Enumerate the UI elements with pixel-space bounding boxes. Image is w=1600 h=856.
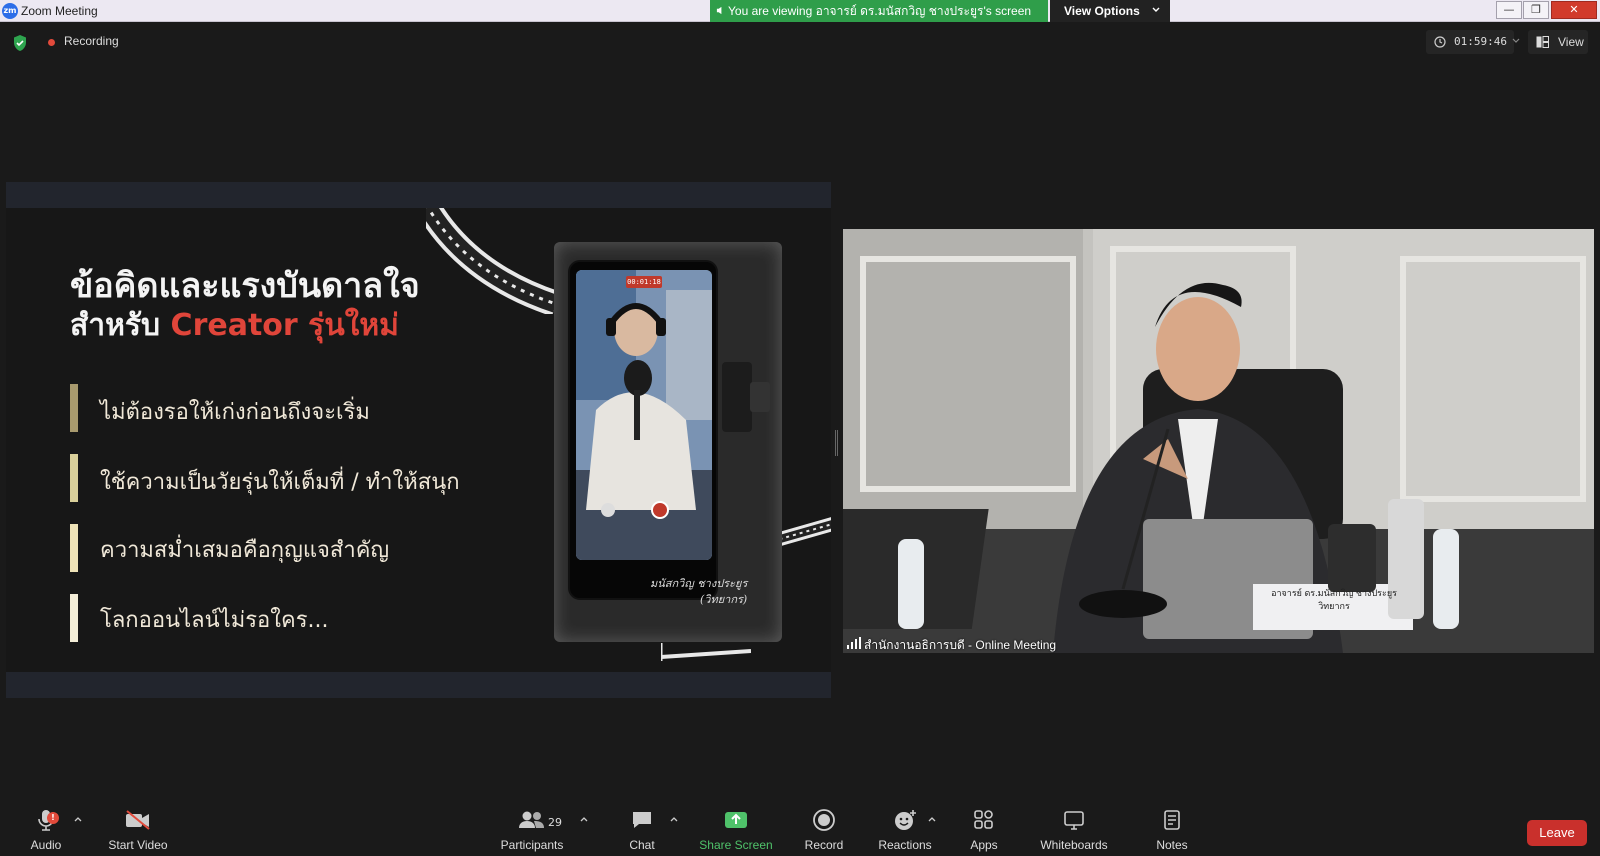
whiteboard-icon xyxy=(1064,811,1084,830)
record-label: Record xyxy=(804,838,844,852)
bullet-accent-bar xyxy=(70,524,78,572)
phone-recording-timer: 00:01:18 xyxy=(626,276,662,288)
slide-title-line2: สำหรับ Creator รุ่นใหม่ xyxy=(70,302,399,349)
chevron-down-icon xyxy=(1152,7,1160,12)
chat-button[interactable]: Chat xyxy=(624,808,660,852)
apps-label: Apps xyxy=(970,838,998,852)
bullet-item: ใช้ความเป็นวัยรุ่นให้เต็มที่ / ทำให้สนุก xyxy=(100,470,460,495)
singer-illustration xyxy=(576,270,712,560)
bullet-accent-bar xyxy=(70,454,78,502)
split-divider-handle[interactable] xyxy=(835,430,838,456)
signal-strength-icon xyxy=(847,637,861,649)
apps-icon xyxy=(974,810,993,829)
phone-mount-image xyxy=(722,362,770,432)
share-screen-icon xyxy=(725,812,747,828)
chevron-up-icon[interactable] xyxy=(928,816,936,822)
window-title: Zoom Meeting xyxy=(21,4,98,18)
speaker-icon xyxy=(716,6,722,15)
whiteboards-button[interactable]: Whiteboards xyxy=(1036,808,1112,852)
presenter-signature: มนัสกวิญ ชางประยูร (วิทยากร) xyxy=(650,576,800,608)
viewing-banner: You are viewing อาจารย์ ดร.มนัสกวิญ ชางป… xyxy=(710,0,1048,22)
bullet-item: โลกออนไลน์ไม่รอใคร... xyxy=(100,608,329,633)
start-video-label: Start Video xyxy=(108,838,168,852)
audio-label: Audio xyxy=(30,838,62,852)
close-window-button[interactable]: ✕ xyxy=(1551,1,1597,19)
participants-label: Participants xyxy=(500,838,564,852)
meeting-timer[interactable]: 01:59:46 xyxy=(1426,30,1514,54)
chevron-up-icon[interactable] xyxy=(670,816,678,822)
chat-label: Chat xyxy=(629,838,655,852)
shared-screen-slide: ข้อคิดและแรงบันดาลใจ สำหรับ Creator รุ่น… xyxy=(6,208,831,672)
bullet-accent-bar xyxy=(70,594,78,642)
chevron-down-icon[interactable] xyxy=(1512,37,1520,45)
nameplate: อาจารย์ ดร.มนัสกวิญ ชางประยูร วิทยากร xyxy=(1255,587,1413,613)
restore-button[interactable]: ❐ xyxy=(1523,1,1549,19)
view-options-button[interactable]: View Options xyxy=(1050,0,1170,22)
whiteboards-label: Whiteboards xyxy=(1040,838,1108,852)
slide-top-band xyxy=(6,182,831,208)
record-icon xyxy=(813,809,835,831)
timer-text: 01:59:46 xyxy=(1454,35,1507,48)
participant-name-label: สำนักงานอธิการบดี - Online Meeting xyxy=(864,638,1057,652)
notes-button[interactable]: Notes xyxy=(1150,808,1194,852)
nameplate-role: วิทยากร xyxy=(1318,601,1350,611)
start-video-button[interactable]: Start Video xyxy=(106,808,170,852)
minimize-button[interactable]: — xyxy=(1496,1,1522,19)
reactions-smiley-icon xyxy=(895,810,916,830)
share-screen-button[interactable]: Share Screen xyxy=(696,808,776,852)
record-button[interactable]: Record xyxy=(802,808,846,852)
window-titlebar: zm Zoom Meeting You are viewing อาจารย์ … xyxy=(0,0,1600,22)
chat-bubble-icon xyxy=(633,812,651,828)
meeting-toolbar: Audio ! Start Video Participants 29 Chat… xyxy=(0,800,1600,856)
audio-alert-badge: ! xyxy=(47,812,59,824)
view-label: View xyxy=(1558,35,1584,49)
share-screen-label: Share Screen xyxy=(699,838,773,852)
reactions-button[interactable]: Reactions xyxy=(876,808,934,852)
participants-count: 29 xyxy=(548,816,562,829)
speaker-video-feed xyxy=(843,229,1594,653)
smartphone-image: 00:01:18 xyxy=(568,260,718,600)
participant-video-tile[interactable]: อาจารย์ ดร.มนัสกวิญ ชางประยูร วิทยากร xyxy=(843,229,1594,653)
video-off-icon xyxy=(126,810,150,830)
view-options-label: View Options xyxy=(1064,4,1140,18)
apps-button[interactable]: Apps xyxy=(966,808,1002,852)
signature-name: มนัสกวิญ ชางประยูร xyxy=(650,577,748,590)
slide-title-accent: Creator รุ่นใหม่ xyxy=(170,308,399,343)
bullet-item: ความสม่ำเสมอคือกุญแจสำคัญ xyxy=(100,538,390,563)
phone-screen: 00:01:18 xyxy=(576,270,712,560)
viewing-banner-text: You are viewing อาจารย์ ดร.มนัสกวิญ ชางป… xyxy=(728,4,1032,18)
recording-label[interactable]: Recording xyxy=(64,34,119,48)
slide-bottom-band xyxy=(6,672,831,698)
notes-label: Notes xyxy=(1156,838,1188,852)
slide-title-prefix: สำหรับ xyxy=(70,308,171,343)
view-layout-button[interactable]: View xyxy=(1528,30,1588,54)
chevron-up-icon[interactable] xyxy=(74,816,82,822)
reactions-label: Reactions xyxy=(878,838,932,852)
chevron-up-icon[interactable] xyxy=(580,816,588,822)
recording-dot-icon xyxy=(48,39,55,46)
audio-button[interactable]: Audio xyxy=(26,808,66,852)
signature-role: (วิทยากร) xyxy=(700,593,748,606)
leave-meeting-button[interactable]: Leave xyxy=(1527,820,1587,846)
zoom-logo-icon: zm xyxy=(2,3,18,19)
security-shield-icon[interactable] xyxy=(12,34,28,52)
nameplate-name: อาจารย์ ดร.มนัสกวิญ ชางประยูร xyxy=(1271,588,1397,598)
clock-icon xyxy=(1434,36,1446,48)
participants-icon xyxy=(519,811,544,828)
view-grid-icon xyxy=(1536,36,1549,48)
notes-icon xyxy=(1164,810,1180,830)
film-strip-decoration xyxy=(426,208,561,314)
bullet-accent-bar xyxy=(70,384,78,432)
participants-button[interactable]: Participants xyxy=(498,808,566,852)
bullet-item: ไม่ต้องรอให้เก่งก่อนถึงจะเริ่ม xyxy=(100,400,370,425)
